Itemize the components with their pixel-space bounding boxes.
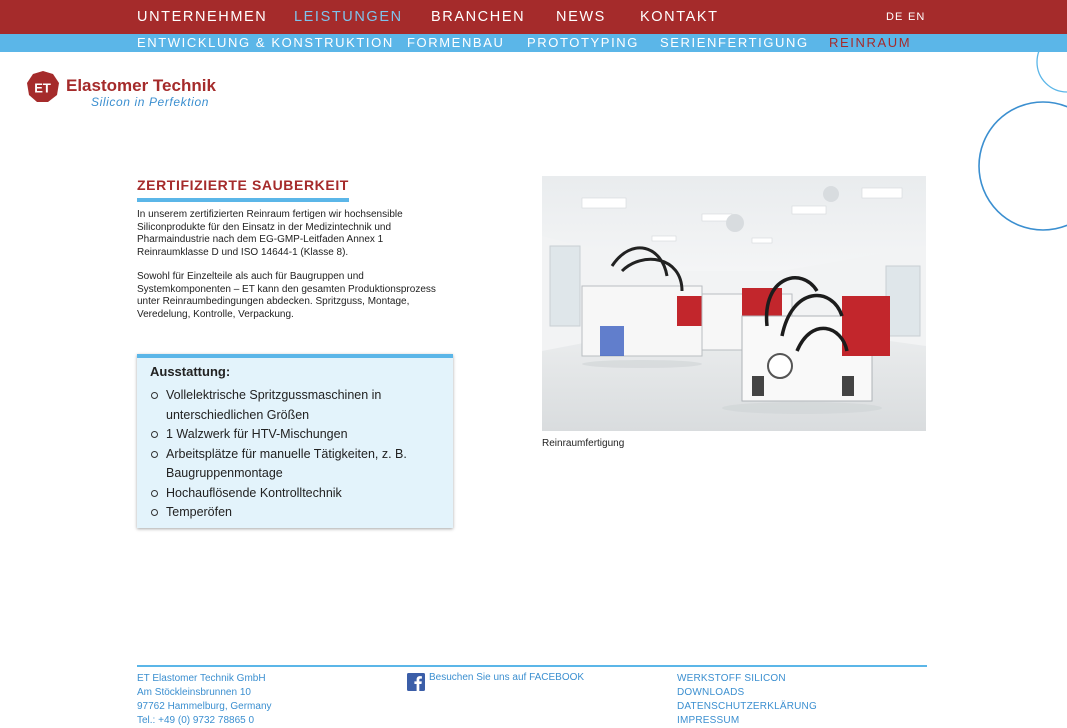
nav-item-leistungen[interactable]: LEISTUNGEN bbox=[294, 9, 403, 25]
footer-divider bbox=[137, 665, 927, 667]
logo-mark-text: ET bbox=[34, 81, 51, 96]
decorative-circles bbox=[978, 40, 1067, 231]
facebook-link[interactable]: Besuchen Sie uns auf FACEBOOK bbox=[429, 672, 584, 683]
subnav-item-entwicklung[interactable]: ENTWICKLUNG & KONSTRUKTION bbox=[137, 35, 394, 50]
language-de[interactable]: DE bbox=[886, 11, 903, 23]
subnav-item-formenbau[interactable]: FORMENBAU bbox=[407, 35, 504, 50]
footer-links: WERKSTOFF SILICON DOWNLOADS DATENSCHUTZE… bbox=[677, 672, 817, 728]
language-en[interactable]: EN bbox=[908, 11, 925, 23]
cleanroom-photo bbox=[542, 176, 926, 431]
subnav-item-prototyping[interactable]: PROTOTYPING bbox=[527, 35, 639, 50]
company-name: ET Elastomer Technik GmbH bbox=[137, 673, 266, 684]
sub-navigation: ENTWICKLUNG & KONSTRUKTION FORMENBAU PRO… bbox=[0, 34, 1067, 52]
nav-item-unternehmen[interactable]: UNTERNEHMEN bbox=[137, 9, 267, 25]
nav-item-branchen[interactable]: BRANCHEN bbox=[431, 9, 525, 25]
logo-icon[interactable]: ET bbox=[26, 71, 60, 103]
equipment-box: Ausstattung: Vollelektrische Spritzgussm… bbox=[137, 354, 453, 528]
logo-tagline: Silicon in Perfektion bbox=[91, 95, 209, 109]
process-paragraph: Sowohl für Einzelteile als auch für Baug… bbox=[137, 271, 436, 320]
equipment-list: Vollelektrische Spritzgussmaschinen in u… bbox=[151, 386, 441, 523]
equipment-item: Temperöfen bbox=[151, 503, 441, 523]
logo-name[interactable]: Elastomer Technik bbox=[66, 76, 216, 96]
title-underline bbox=[137, 198, 349, 202]
equipment-item: 1 Walzwerk für HTV-Mischungen bbox=[151, 425, 441, 445]
phone[interactable]: Tel.: +49 (0) 9732 78865 0 bbox=[137, 714, 272, 728]
equipment-item: Arbeitsplätze für manuelle Tätigkeiten, … bbox=[151, 445, 441, 484]
footer-link-datenschutz[interactable]: DATENSCHUTZERKLÄRUNG bbox=[677, 700, 817, 714]
photo-caption: Reinraumfertigung bbox=[542, 438, 625, 449]
nav-item-kontakt[interactable]: KONTAKT bbox=[640, 9, 719, 25]
street: Am Stöckleinsbrunnen 10 bbox=[137, 687, 251, 698]
footer-link-werkstoff-silicon[interactable]: WERKSTOFF SILICON bbox=[677, 672, 817, 686]
intro-paragraph: In unserem zertifizierten Reinraum ferti… bbox=[137, 209, 403, 258]
equipment-title: Ausstattung: bbox=[150, 364, 231, 379]
subnav-item-reinraum[interactable]: REINRAUM bbox=[829, 35, 911, 50]
nav-item-news[interactable]: NEWS bbox=[556, 9, 606, 25]
page-title: ZERTIFIZIERTE SAUBERKEIT bbox=[137, 177, 349, 193]
subnav-item-serienfertigung[interactable]: SERIENFERTIGUNG bbox=[660, 35, 809, 50]
facebook-icon[interactable] bbox=[407, 673, 425, 691]
footer-address: ET Elastomer Technik GmbH Am Stöckleinsb… bbox=[137, 672, 272, 728]
city: 97762 Hammelburg, Germany bbox=[137, 701, 272, 712]
footer-link-downloads[interactable]: DOWNLOADS bbox=[677, 686, 817, 700]
equipment-item: Hochauflösende Kontrolltechnik bbox=[151, 484, 441, 504]
equipment-item: Vollelektrische Spritzgussmaschinen in u… bbox=[151, 386, 441, 425]
footer-link-impressum[interactable]: IMPRESSUM bbox=[677, 714, 817, 728]
main-navigation: UNTERNEHMEN LEISTUNGEN BRANCHEN NEWS KON… bbox=[0, 0, 1067, 34]
